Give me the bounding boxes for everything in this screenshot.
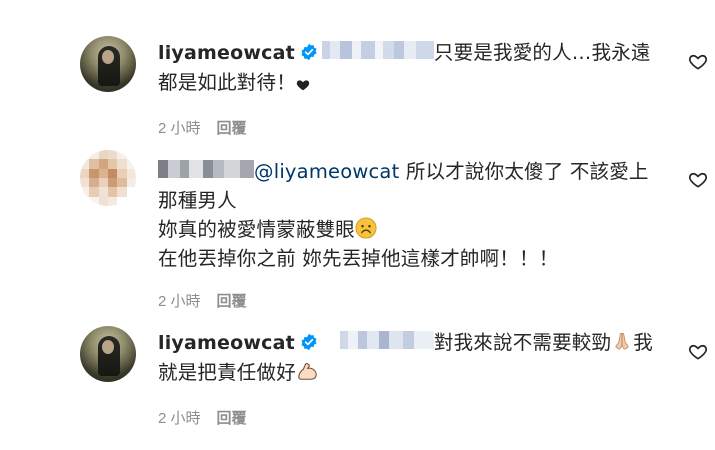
comment-line: 就是把責任做好 xyxy=(158,361,296,384)
comment-meta: 2 小時 回覆 xyxy=(158,290,263,311)
comment-line: 妳真的被愛情蒙蔽雙眼 xyxy=(158,218,356,241)
comment-line: 我 xyxy=(633,331,653,354)
comment-line: 那種男人 xyxy=(158,189,237,212)
comment-text: liyameowcat 對我來說不需要較勁我 就是把責任做好 xyxy=(158,328,658,387)
sad-face-icon xyxy=(355,217,377,239)
comment-line: 對我來說不需要較勁 xyxy=(433,331,612,354)
reply-button[interactable]: 回覆 xyxy=(217,120,247,137)
comment-line: 只要是我愛的人…我永遠 xyxy=(433,41,651,64)
timestamp: 2 小時 xyxy=(158,293,201,310)
avatar-redacted[interactable] xyxy=(80,150,136,206)
like-heart-icon[interactable] xyxy=(688,52,708,72)
comment-meta: 2 小時 回覆 xyxy=(158,117,263,138)
timestamp: 2 小時 xyxy=(158,410,201,427)
comment-line: 所以才說你太傻了 不該愛上 xyxy=(405,160,649,183)
reply-button[interactable]: 回覆 xyxy=(217,410,247,427)
flexed-biceps-icon xyxy=(298,363,317,380)
username[interactable]: liyameowcat xyxy=(158,332,295,354)
timestamp: 2 小時 xyxy=(158,120,201,137)
comment-line: 都是如此對待！ xyxy=(158,71,296,94)
black-heart-icon xyxy=(296,80,310,91)
verified-badge-icon xyxy=(301,43,317,61)
avatar[interactable] xyxy=(80,36,136,92)
praying-hands-icon xyxy=(615,332,629,350)
comment-meta: 2 小時 回覆 xyxy=(158,407,263,428)
reply-button[interactable]: 回覆 xyxy=(217,293,247,310)
avatar-face xyxy=(102,340,114,354)
avatar[interactable] xyxy=(80,326,136,382)
comment-text: @liyameowcat 所以才說你太傻了 不該愛上 那種男人 妳真的被愛情蒙蔽… xyxy=(158,157,658,273)
mention-link[interactable]: @liyameowcat xyxy=(254,160,399,183)
like-heart-icon[interactable] xyxy=(688,170,708,190)
like-heart-icon[interactable] xyxy=(688,342,708,362)
avatar-face xyxy=(102,50,114,64)
username[interactable]: liyameowcat xyxy=(158,42,295,64)
pixelated-avatar xyxy=(80,150,136,206)
redacted-mention xyxy=(339,331,434,349)
redacted-mention xyxy=(321,41,434,59)
comment-line: 在他丟掉你之前 妳先丟掉他這樣才帥啊！！！ xyxy=(158,247,559,270)
comment-text: liyameowcat 只要是我愛的人…我永遠 都是如此對待！ xyxy=(158,38,658,97)
verified-badge-icon xyxy=(301,333,317,351)
redacted-username xyxy=(158,160,254,178)
